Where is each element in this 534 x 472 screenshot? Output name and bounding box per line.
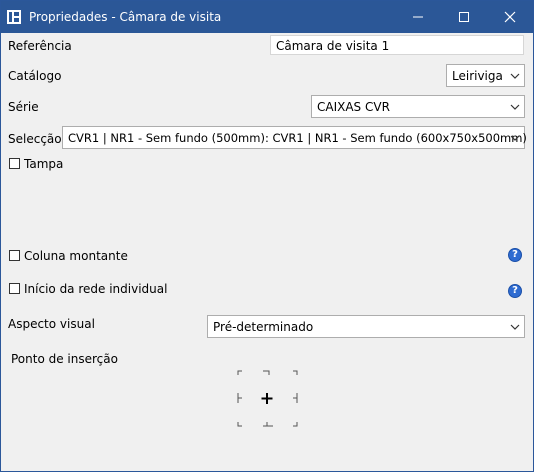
aspecto-value: Pré-determinado <box>213 320 314 334</box>
catalogo-value: Leiriviga <box>452 69 503 83</box>
seleccao-label: Selecção <box>8 132 62 146</box>
inicio-rede-checkbox[interactable] <box>9 283 20 294</box>
chevron-down-icon <box>510 135 520 141</box>
referencia-value: Câmara de visita 1 <box>276 39 390 53</box>
maximize-button[interactable] <box>441 1 487 33</box>
referencia-label: Referência <box>8 39 72 53</box>
seleccao-value: CVR1 | NR1 - Sem fundo (500mm): CVR1 | N… <box>68 131 527 145</box>
maximize-icon <box>459 12 469 22</box>
tampa-label: Tampa <box>24 157 64 171</box>
inicio-rede-label: Início da rede individual <box>24 282 168 296</box>
chevron-down-icon <box>510 73 520 79</box>
window-title: Propriedades - Câmara de visita <box>29 10 222 24</box>
help-icon[interactable]: ? <box>508 248 522 262</box>
serie-select[interactable]: CAIXAS CVR <box>311 95 525 118</box>
minimize-icon <box>413 16 423 18</box>
close-icon <box>504 11 516 23</box>
aspecto-select[interactable]: Pré-determinado <box>207 315 525 338</box>
minimize-button[interactable] <box>395 1 441 33</box>
aspecto-label: Aspecto visual <box>8 317 95 331</box>
insercao-label: Ponto de inserção <box>11 352 118 366</box>
title-bar[interactable]: Propriedades - Câmara de visita <box>1 1 533 33</box>
coluna-montante-checkbox[interactable] <box>9 250 20 261</box>
help-icon[interactable]: ? <box>508 284 522 298</box>
properties-dialog: Propriedades - Câmara de visita Referênc… <box>0 0 534 472</box>
coluna-montante-label: Coluna montante <box>24 249 128 263</box>
serie-value: CAIXAS CVR <box>317 100 390 114</box>
close-button[interactable] <box>487 1 533 33</box>
referencia-input[interactable]: Câmara de visita 1 <box>270 35 524 55</box>
app-icon <box>7 10 21 24</box>
catalogo-select[interactable]: Leiriviga <box>446 64 525 87</box>
catalogo-label: Catálogo <box>8 69 62 83</box>
insertion-point-icon[interactable] <box>233 367 303 431</box>
chevron-down-icon <box>510 324 520 330</box>
seleccao-select[interactable]: CVR1 | NR1 - Sem fundo (500mm): CVR1 | N… <box>62 126 527 149</box>
chevron-down-icon <box>510 104 520 110</box>
tampa-checkbox[interactable] <box>9 158 20 169</box>
serie-label: Série <box>8 100 39 114</box>
